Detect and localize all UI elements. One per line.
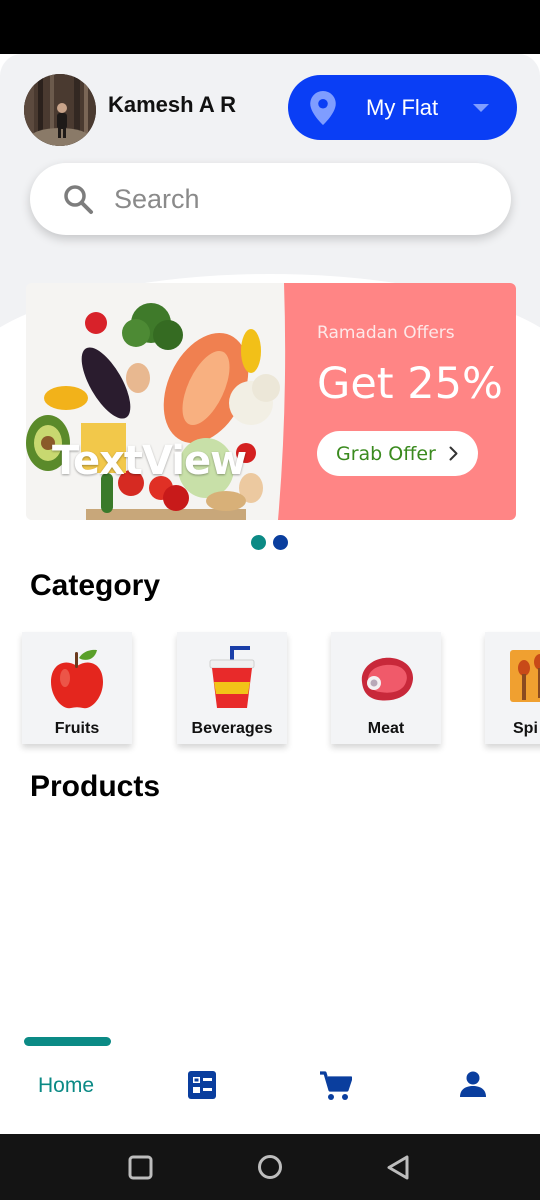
grab-offer-label: Grab Offer <box>336 442 436 465</box>
category-list: Fruits Beverages Meat Spi <box>22 632 540 744</box>
status-bar <box>0 0 540 54</box>
home-button-icon[interactable] <box>257 1154 283 1180</box>
banner-overlay-text: TextView <box>52 438 247 484</box>
drink-cup-icon <box>209 646 255 708</box>
system-navigation-bar <box>0 1134 540 1200</box>
dropdown-caret-icon <box>473 104 489 112</box>
category-section-title: Category <box>30 569 161 602</box>
user-name: Kamesh A R <box>108 92 236 117</box>
list-icon[interactable] <box>188 1071 216 1099</box>
location-label: My Flat <box>366 95 439 120</box>
search-icon <box>64 185 93 214</box>
back-button-icon[interactable] <box>386 1154 410 1181</box>
apple-icon <box>51 649 103 709</box>
spices-icon <box>510 650 540 702</box>
active-tab-indicator <box>24 1037 111 1046</box>
category-card-fruits[interactable]: Fruits <box>22 632 132 744</box>
avatar-photo <box>24 74 96 146</box>
bottom-navigation: Home <box>0 1034 540 1134</box>
offer-title: Get 25% <box>317 359 503 409</box>
grab-offer-button[interactable]: Grab Offer <box>317 431 478 476</box>
category-label: Fruits <box>54 720 100 737</box>
search-input[interactable] <box>114 177 484 221</box>
category-card-meat[interactable]: Meat <box>331 632 441 744</box>
app-screen: Kamesh A R My Flat Search TextView Ramad… <box>0 54 540 1134</box>
carousel-indicator <box>251 535 291 551</box>
category-label: Meat <box>367 720 405 737</box>
carousel-dot-2[interactable] <box>273 535 288 550</box>
profile-icon[interactable] <box>460 1071 486 1097</box>
products-section-title: Products <box>30 770 161 803</box>
carousel-dot-1[interactable] <box>251 535 266 550</box>
chevron-right-icon <box>449 446 458 461</box>
recent-apps-icon[interactable] <box>128 1155 153 1180</box>
nav-home-tab[interactable]: Home <box>38 1074 94 1098</box>
category-label: Beverages <box>191 720 273 737</box>
offer-subtitle: Ramadan Offers <box>317 323 455 343</box>
category-card-spices[interactable]: Spi <box>485 632 540 744</box>
location-selector-button[interactable]: My Flat <box>288 75 517 140</box>
cart-icon[interactable] <box>320 1071 352 1101</box>
location-pin-icon <box>310 91 336 125</box>
category-card-beverages[interactable]: Beverages <box>177 632 287 744</box>
meat-icon <box>361 657 414 701</box>
offer-banner[interactable]: TextView Ramadan Offers Get 25% Grab Off… <box>26 283 516 520</box>
search-bar[interactable] <box>30 163 511 235</box>
avatar[interactable] <box>24 74 96 146</box>
category-label: Spi <box>513 720 538 737</box>
